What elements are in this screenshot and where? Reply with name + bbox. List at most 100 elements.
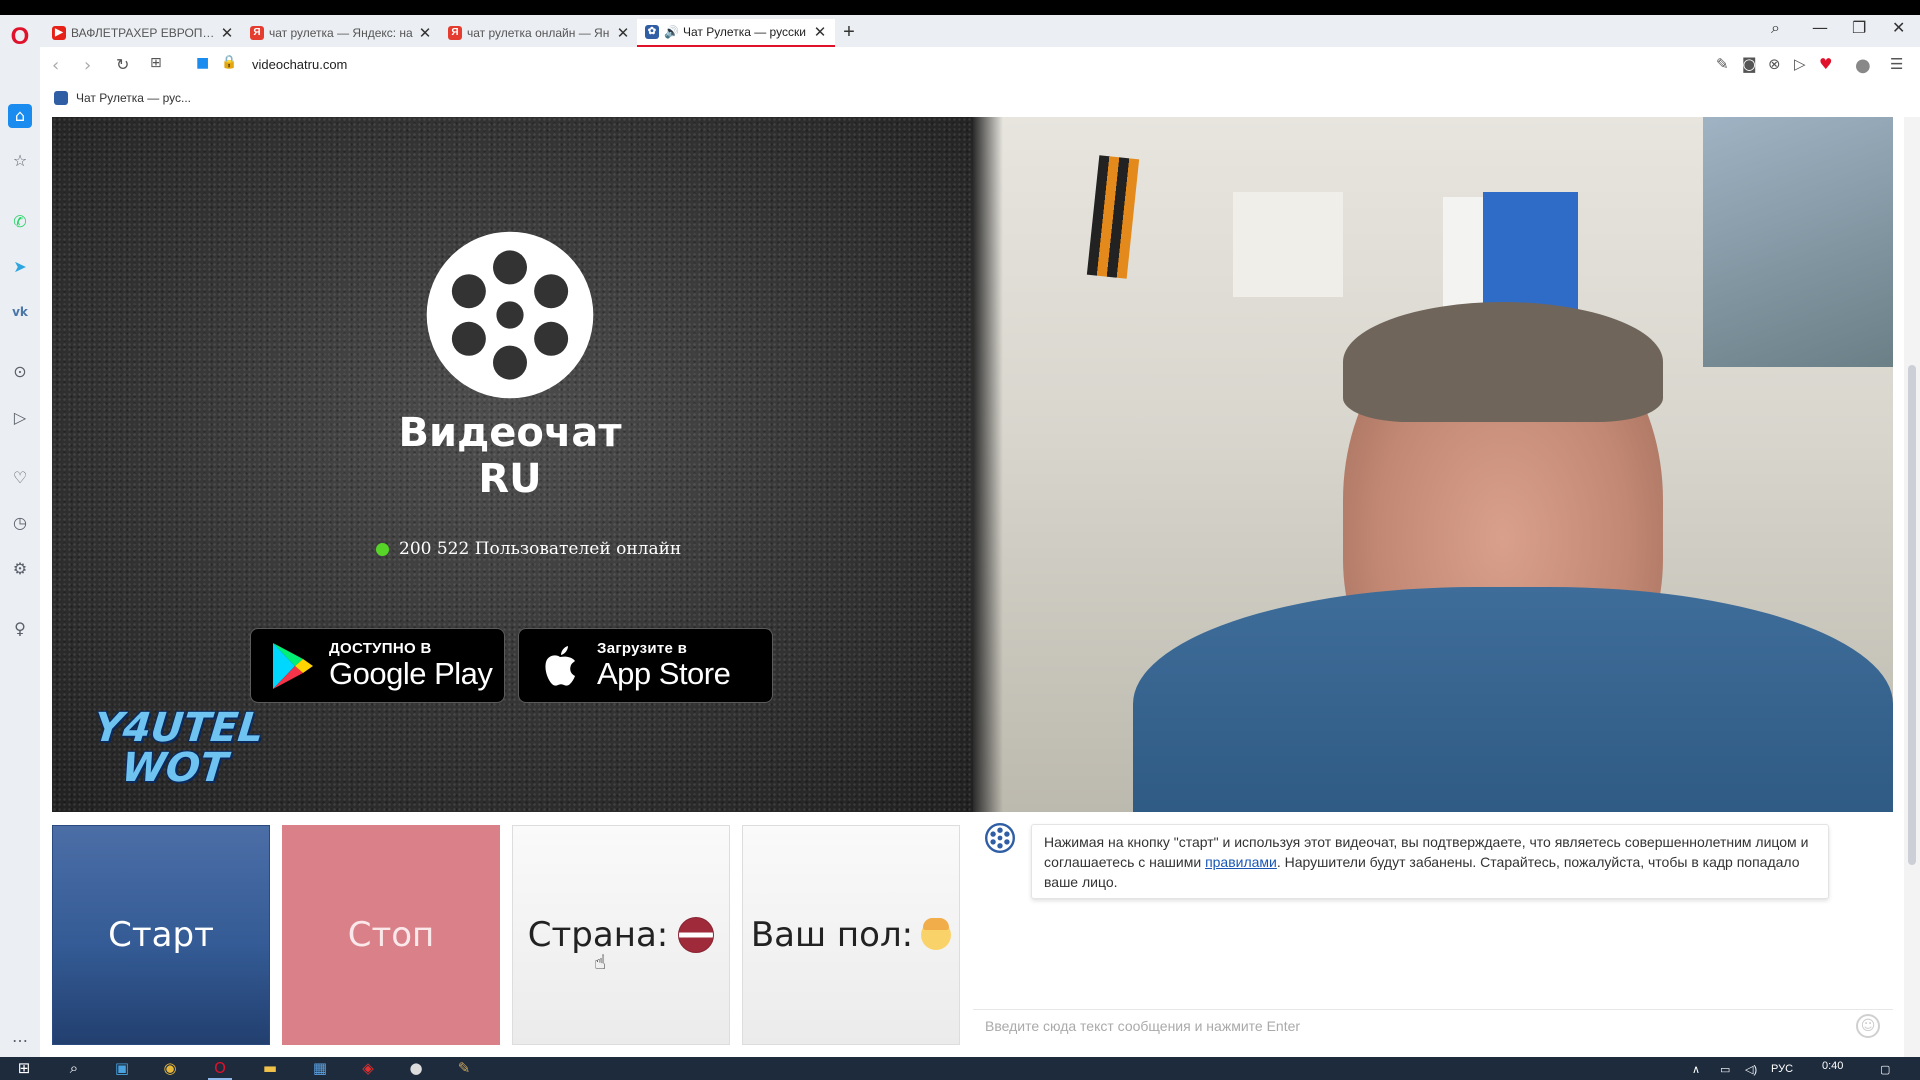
- taskbar-app-dark-icon[interactable]: ●: [404, 1059, 428, 1080]
- forward-button[interactable]: ›: [84, 55, 91, 76]
- person-hair: [1343, 302, 1663, 422]
- yandex-icon: Я: [250, 26, 264, 40]
- windows-taskbar: [0, 1057, 1920, 1080]
- send-icon[interactable]: ▷: [8, 406, 32, 430]
- flow-send-icon[interactable]: ▷: [1794, 55, 1806, 73]
- tab-title: ВАФЛЕТРАХЕР ЕВРОПЕЙС: [71, 26, 220, 40]
- opera-sidebar: [0, 47, 40, 1057]
- notifications-icon[interactable]: ▢: [1880, 1063, 1890, 1076]
- favorites-icon[interactable]: ♡: [8, 466, 32, 490]
- own-webcam-video: [973, 117, 1893, 812]
- minimize-button[interactable]: —: [1812, 18, 1828, 37]
- reload-icon[interactable]: ↻: [116, 55, 129, 74]
- st-george-ribbon: [1086, 155, 1140, 279]
- apple-icon: [545, 645, 575, 686]
- edit-icon[interactable]: ✎: [1716, 55, 1729, 73]
- vk-icon[interactable]: vk: [8, 300, 32, 324]
- boy-face-icon: [921, 918, 952, 950]
- google-play-button[interactable]: ДОСТУПНО В Google Play: [250, 628, 505, 703]
- video-divider-shadow: [973, 117, 1003, 812]
- videochat-icon: ✿: [645, 25, 659, 39]
- tab-yandex-2[interactable]: Я чат рулетка онлайн — Ян ✕: [440, 19, 638, 47]
- tab-youtube[interactable]: ▶ ВАФЛЕТРАХЕР ЕВРОПЕЙС ✕: [44, 19, 242, 47]
- stop-label: Стоп: [347, 915, 435, 955]
- start-button[interactable]: Старт: [52, 825, 270, 1045]
- url-field[interactable]: videochatru.com: [252, 57, 347, 72]
- home-icon[interactable]: ⌂: [8, 104, 32, 128]
- keyboard-language[interactable]: РУС: [1771, 1063, 1793, 1075]
- stop-button[interactable]: Стоп: [282, 825, 500, 1045]
- opera-menu-icon[interactable]: O: [8, 25, 32, 49]
- tray-expand-icon[interactable]: ∧: [1692, 1063, 1700, 1076]
- window-top-edge: [0, 0, 1920, 15]
- google-play-big-label: Google Play: [329, 656, 493, 691]
- youtube-icon: ▶: [52, 26, 66, 40]
- chat-message-input[interactable]: Введите сюда текст сообщения и нажмите E…: [973, 1009, 1893, 1045]
- star-icon[interactable]: ☆: [8, 149, 32, 173]
- speed-dial-icon[interactable]: ⊞: [150, 55, 162, 71]
- online-text: 200 522 Пользователей онлайн: [399, 539, 682, 559]
- country-selector[interactable]: Страна:: [512, 825, 730, 1045]
- taskbar-app-red-icon[interactable]: ◈: [356, 1059, 380, 1080]
- windows-start-icon[interactable]: ⊞: [12, 1059, 36, 1080]
- whatsapp-icon[interactable]: ✆: [8, 210, 32, 234]
- search-tabs-icon[interactable]: ⌕: [1771, 18, 1780, 38]
- close-tab-icon[interactable]: ✕: [418, 24, 432, 42]
- bookmark-label: Чат Рулетка — рус...: [76, 91, 192, 105]
- scrollbar-thumb[interactable]: [1908, 365, 1916, 865]
- tips-bulb-icon[interactable]: ♀: [8, 617, 32, 641]
- app-store-button[interactable]: Загрузите в App Store: [518, 628, 773, 703]
- history-icon[interactable]: ◷: [8, 511, 32, 535]
- back-button[interactable]: ‹: [52, 55, 59, 76]
- profile-avatar-icon[interactable]: ●: [1855, 55, 1871, 76]
- clock-time[interactable]: 0:40: [1822, 1060, 1843, 1072]
- app-store-small-label: Загрузите в: [597, 640, 688, 657]
- photos-icon[interactable]: ▦: [308, 1059, 332, 1080]
- taskbar-app-icon[interactable]: ▣: [110, 1059, 134, 1080]
- chat-system-logo-icon: [985, 823, 1015, 853]
- watermark-line-2: WOT: [119, 745, 230, 791]
- tab-title: чат рулетка — Яндекс: на: [269, 26, 413, 40]
- volume-icon[interactable]: ◁): [1745, 1063, 1757, 1076]
- easy-setup-icon[interactable]: ☰: [1890, 55, 1903, 73]
- system-message: Нажимая на кнопку "старт" и используя эт…: [1031, 824, 1829, 899]
- start-label: Старт: [108, 915, 214, 955]
- tab-title: Чат Рулетка — русски: [682, 25, 806, 39]
- watermark-line-1: Y4UTEL: [91, 705, 266, 751]
- channel-watermark: Y4UTEL WOT: [88, 705, 266, 791]
- tank-poster: [1703, 117, 1893, 367]
- tab-videochat[interactable]: ✿ 🔊 Чат Рулетка — русски ✕: [637, 19, 835, 47]
- taskbar-search-icon[interactable]: ⌕: [62, 1059, 86, 1080]
- lock-icon[interactable]: 🔒: [221, 55, 237, 70]
- yandex-icon: Я: [448, 26, 462, 40]
- player-icon[interactable]: ⊙: [8, 360, 32, 384]
- site-title: Видеочат RU: [398, 410, 622, 502]
- country-label: Страна:: [527, 915, 669, 955]
- close-tab-icon[interactable]: ✕: [813, 23, 827, 41]
- file-explorer-icon[interactable]: ▬: [258, 1059, 282, 1080]
- emoji-picker-icon[interactable]: ☺: [1856, 1014, 1880, 1038]
- tab-yandex-1[interactable]: Я чат рулетка — Яндекс: на ✕: [242, 19, 440, 47]
- sidebar-more-icon[interactable]: …: [8, 1025, 32, 1049]
- bookmark-item[interactable]: Чат Рулетка — рус...: [54, 91, 191, 105]
- restore-button[interactable]: ❐: [1852, 18, 1866, 37]
- network-icon[interactable]: ▭: [1720, 1063, 1730, 1076]
- snapshot-icon[interactable]: ◙: [1742, 55, 1757, 73]
- new-tab-button[interactable]: +: [837, 19, 861, 45]
- close-window-button[interactable]: ✕: [1892, 18, 1905, 37]
- heart-icon[interactable]: ♥: [1819, 55, 1832, 73]
- opera-taskbar-icon[interactable]: O: [208, 1059, 232, 1080]
- gender-selector[interactable]: Ваш пол:: [742, 825, 960, 1045]
- train-drawing: [1233, 192, 1343, 297]
- settings-gear-icon[interactable]: ⚙: [8, 557, 32, 581]
- close-tab-icon[interactable]: ✕: [220, 24, 234, 42]
- chrome-icon[interactable]: ◉: [158, 1059, 182, 1080]
- camera-active-icon[interactable]: ■: [196, 55, 209, 71]
- speaker-icon[interactable]: 🔊: [664, 25, 679, 39]
- rules-link[interactable]: правилами: [1205, 854, 1277, 870]
- adblock-icon[interactable]: ⊗: [1768, 55, 1781, 73]
- telegram-icon[interactable]: ➤: [8, 255, 32, 279]
- taskbar-app-tool-icon[interactable]: ✎: [452, 1059, 476, 1080]
- close-tab-icon[interactable]: ✕: [616, 24, 630, 42]
- hand-cursor-icon: ☝: [594, 950, 607, 974]
